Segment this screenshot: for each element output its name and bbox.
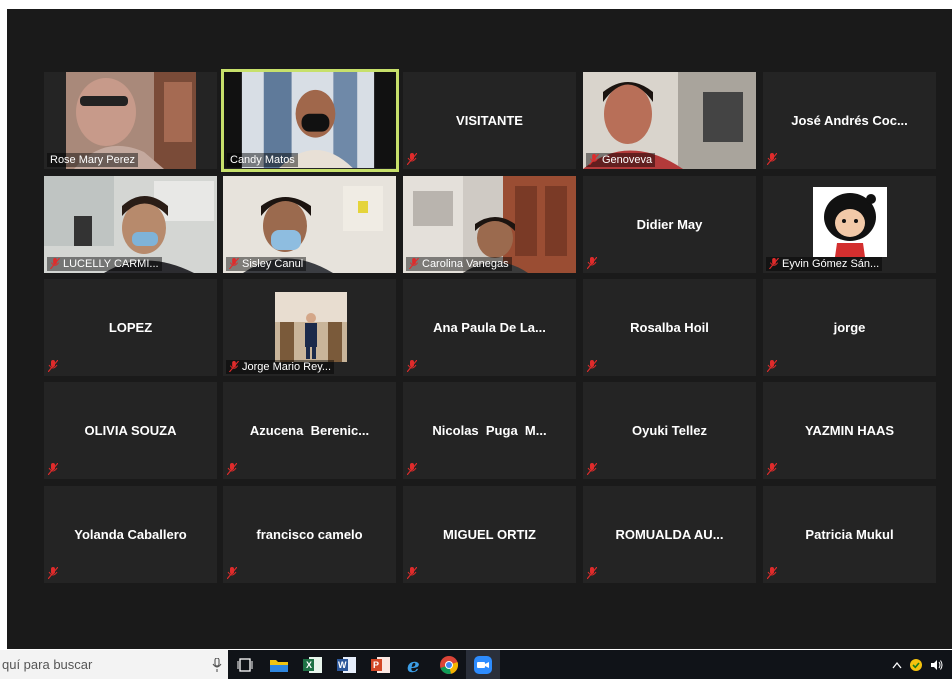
svg-text:W: W — [338, 660, 347, 670]
muted-microphone-icon — [767, 153, 777, 165]
muted-microphone-icon — [587, 360, 597, 372]
participant-tile-18[interactable]: Nicolas Puga M... — [403, 382, 576, 479]
participant-name: VISITANTE — [456, 113, 523, 128]
gallery-view-grid: Rose Mary Perez Candy Matos VISITANTE Ge… — [7, 9, 952, 649]
participant-name: Sisley Canul — [226, 257, 307, 271]
muted-microphone-icon — [767, 567, 777, 579]
muted-microphone-icon — [587, 567, 597, 579]
chrome-icon[interactable] — [432, 650, 466, 679]
participant-name: LUCELLY CARMI... — [47, 257, 162, 271]
participant-tile-17[interactable]: Azucena Berenic... — [223, 382, 396, 479]
participant-name: francisco camelo — [256, 527, 363, 542]
participant-tile-16[interactable]: OLIVIA SOUZA — [44, 382, 217, 479]
muted-microphone-icon — [767, 360, 777, 372]
muted-microphone-icon — [767, 463, 777, 475]
participant-tile-22[interactable]: francisco camelo — [223, 486, 396, 583]
muted-microphone-icon — [587, 463, 597, 475]
system-tray — [892, 650, 944, 679]
participant-name: OLIVIA SOUZA — [84, 423, 177, 438]
participant-tile-1[interactable]: Rose Mary Perez — [44, 72, 217, 169]
muted-microphone-icon — [50, 258, 60, 269]
participant-name: Ana Paula De La... — [433, 320, 546, 335]
participant-tile-5[interactable]: José Andrés Coc... — [763, 72, 936, 169]
participant-tile-10[interactable]: Eyvin Gómez Sán... — [763, 176, 936, 273]
participant-name: Didier May — [636, 217, 703, 232]
participant-name: Rosalba Hoil — [630, 320, 709, 335]
profile-avatar — [275, 292, 347, 362]
muted-microphone-icon — [769, 258, 779, 269]
taskbar-search-box[interactable]: quí para buscar — [0, 650, 228, 679]
participant-tile-20[interactable]: YAZMIN HAAS — [763, 382, 936, 479]
participant-name: jorge — [833, 320, 866, 335]
participant-name: Jorge Mario Rey... — [226, 360, 335, 374]
excel-icon[interactable]: X — [296, 650, 330, 679]
word-icon[interactable]: W — [330, 650, 364, 679]
microphone-icon[interactable] — [212, 657, 222, 672]
participant-tile-25[interactable]: Patricia Mukul — [763, 486, 936, 583]
zoom-meeting-window: Rose Mary Perez Candy Matos VISITANTE Ge… — [7, 9, 952, 649]
participant-tile-7[interactable]: Sisley Canul — [223, 176, 396, 273]
participant-name: Nicolas Puga M... — [432, 423, 547, 438]
participant-name: YAZMIN HAAS — [804, 423, 895, 438]
edge-icon[interactable]: e — [398, 650, 432, 679]
network-status-icon[interactable] — [909, 658, 923, 672]
windows-taskbar: quí para buscar X W P e — [0, 650, 952, 679]
participant-name: José Andrés Coc... — [791, 113, 908, 128]
muted-microphone-icon — [407, 153, 417, 165]
muted-microphone-icon — [409, 258, 419, 269]
participant-name: Patricia Mukul — [805, 527, 894, 542]
zoom-icon[interactable] — [466, 650, 500, 679]
participant-tile-2[interactable]: Candy Matos — [221, 69, 399, 172]
participant-name: Candy Matos — [227, 153, 298, 167]
muted-microphone-icon — [227, 463, 237, 475]
file-explorer-icon[interactable] — [262, 650, 296, 679]
participant-tile-3[interactable]: VISITANTE — [403, 72, 576, 169]
participant-tile-19[interactable]: Oyuki Tellez — [583, 382, 756, 479]
participant-name: Genoveva — [586, 153, 656, 167]
profile-avatar — [813, 187, 887, 257]
speaker-volume-icon[interactable] — [930, 658, 944, 672]
participant-tile-23[interactable]: MIGUEL ORTIZ — [403, 486, 576, 583]
muted-microphone-icon — [589, 154, 599, 165]
muted-microphone-icon — [407, 463, 417, 475]
participant-tile-9[interactable]: Didier May — [583, 176, 756, 273]
participant-tile-13[interactable]: Ana Paula De La... — [403, 279, 576, 376]
participant-name: ROMUALDA AU... — [615, 527, 724, 542]
muted-microphone-icon — [227, 567, 237, 579]
participant-tile-14[interactable]: Rosalba Hoil — [583, 279, 756, 376]
muted-microphone-icon — [587, 257, 597, 269]
muted-microphone-icon — [407, 567, 417, 579]
participant-name: Carolina Vanegas — [406, 257, 512, 271]
svg-text:P: P — [373, 660, 379, 670]
muted-microphone-icon — [407, 360, 417, 372]
chevron-up-icon[interactable] — [892, 661, 902, 669]
muted-microphone-icon — [48, 360, 58, 372]
participant-name: Oyuki Tellez — [632, 423, 707, 438]
participant-tile-21[interactable]: Yolanda Caballero — [44, 486, 217, 583]
participant-tile-6[interactable]: LUCELLY CARMI... — [44, 176, 217, 273]
participant-name: Yolanda Caballero — [74, 527, 187, 542]
powerpoint-icon[interactable]: P — [364, 650, 398, 679]
muted-microphone-icon — [229, 361, 239, 372]
svg-text:X: X — [306, 660, 312, 670]
participant-tile-12[interactable]: Jorge Mario Rey... — [223, 279, 396, 376]
participant-tile-24[interactable]: ROMUALDA AU... — [583, 486, 756, 583]
participant-name: MIGUEL ORTIZ — [443, 527, 536, 542]
participant-tile-4[interactable]: Genoveva — [583, 72, 756, 169]
muted-microphone-icon — [48, 567, 58, 579]
participant-name: Rose Mary Perez — [47, 153, 138, 167]
participant-tile-11[interactable]: LOPEZ — [44, 279, 217, 376]
participant-name: LOPEZ — [108, 320, 153, 335]
svg-text:e: e — [407, 655, 420, 675]
participant-name: Eyvin Gómez Sán... — [766, 257, 883, 271]
muted-microphone-icon — [229, 258, 239, 269]
search-input[interactable]: quí para buscar — [2, 657, 92, 672]
participant-tile-8[interactable]: Carolina Vanegas — [403, 176, 576, 273]
participant-tile-15[interactable]: jorge — [763, 279, 936, 376]
muted-microphone-icon — [48, 463, 58, 475]
task-view-icon[interactable] — [228, 650, 262, 679]
participant-name: Azucena Berenic... — [249, 423, 370, 438]
